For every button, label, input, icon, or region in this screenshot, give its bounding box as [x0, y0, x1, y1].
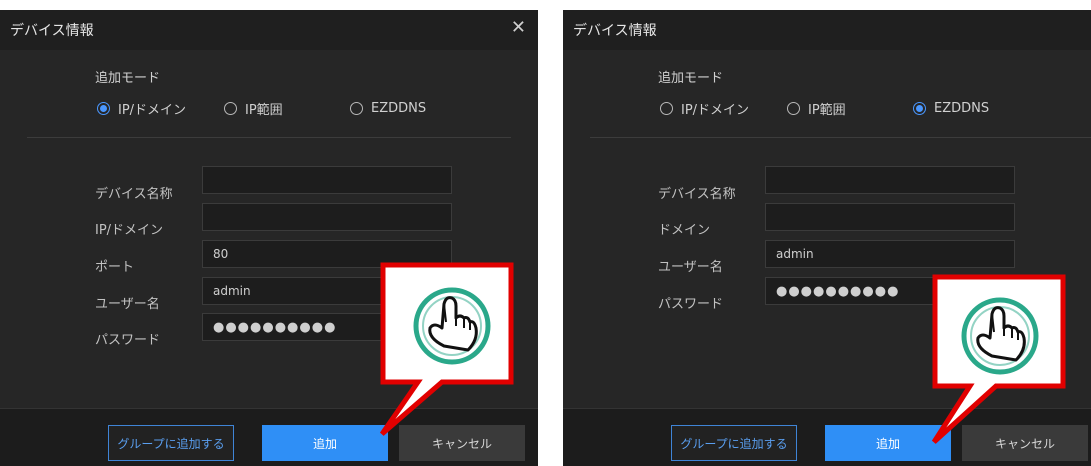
radio-ip-range[interactable]: IP範囲 — [787, 98, 846, 118]
radio-ip-domain[interactable]: IP/ドメイン — [97, 98, 186, 118]
device-name-label: デバイス名称 — [95, 187, 173, 202]
domain-label: ドメイン — [658, 223, 711, 238]
radio-ip-domain[interactable]: IP/ドメイン — [660, 98, 749, 118]
radio-unselected-icon — [350, 101, 363, 115]
close-icon[interactable]: ✕ — [511, 18, 526, 38]
callout-highlight — [931, 274, 1066, 444]
port-label: ポート — [95, 260, 135, 275]
domain-input[interactable] — [765, 203, 1015, 231]
add-to-group-button[interactable]: グループに追加する — [671, 425, 797, 461]
password-label: パスワード — [658, 297, 724, 312]
radio-selected-icon — [913, 101, 926, 115]
divider — [27, 137, 511, 138]
radio-unselected-icon — [787, 101, 800, 115]
ip-domain-label: IP/ドメイン — [95, 223, 164, 238]
radio-label: EZDDNS — [371, 100, 427, 116]
username-input[interactable]: admin — [765, 240, 1015, 268]
radio-unselected-icon — [660, 101, 673, 115]
device-name-input[interactable] — [202, 166, 452, 194]
device-name-input[interactable] — [765, 166, 1015, 194]
username-label: ユーザー名 — [95, 297, 160, 312]
callout-highlight — [379, 262, 514, 436]
radio-label: IP範囲 — [245, 102, 283, 118]
radio-label: IP/ドメイン — [681, 102, 750, 118]
username-label: ユーザー名 — [658, 260, 723, 275]
add-mode-label: 追加モード — [658, 71, 724, 86]
radio-label: IP範囲 — [808, 102, 846, 118]
radio-unselected-icon — [224, 101, 237, 115]
device-name-label: デバイス名称 — [658, 187, 736, 202]
password-label: パスワード — [95, 333, 161, 348]
ip-domain-input[interactable] — [202, 203, 452, 231]
dialog-title: デバイス情報 — [573, 23, 657, 39]
title-bar: デバイス情報 ✕ — [0, 10, 538, 50]
title-bar: デバイス情報 ✕ — [563, 10, 1091, 50]
radio-ezddns[interactable]: EZDDNS — [913, 98, 989, 118]
radio-label: IP/ドメイン — [118, 102, 187, 118]
radio-ezddns[interactable]: EZDDNS — [350, 98, 426, 118]
hand-pointer-icon — [961, 297, 1039, 375]
add-mode-label: 追加モード — [95, 71, 161, 86]
add-button[interactable]: 追加 — [262, 425, 388, 461]
divider — [590, 137, 1091, 138]
dialog-title: デバイス情報 — [10, 23, 94, 39]
add-to-group-button[interactable]: グループに追加する — [108, 425, 234, 461]
radio-ip-range[interactable]: IP範囲 — [224, 98, 283, 118]
radio-selected-icon — [97, 101, 110, 115]
hand-pointer-icon — [413, 287, 491, 365]
radio-label: EZDDNS — [934, 100, 990, 116]
